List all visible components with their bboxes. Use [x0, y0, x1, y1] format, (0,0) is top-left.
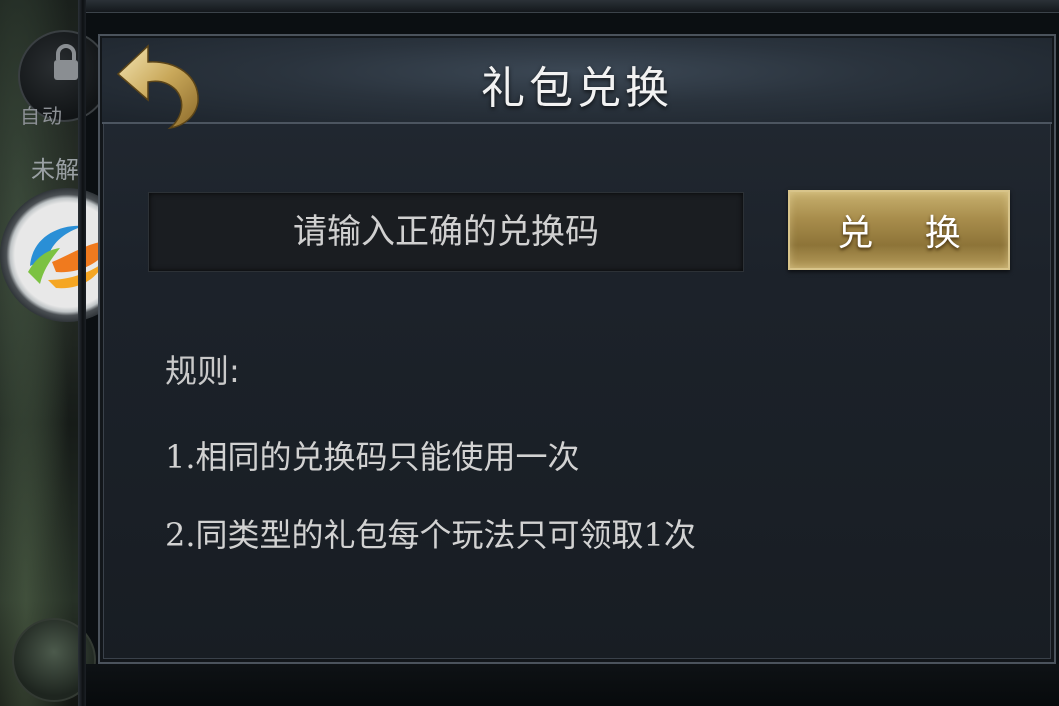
unlock-label: 未解	[31, 156, 79, 184]
rules-title: 规则:	[165, 352, 240, 390]
dialog-header: 礼包兑换	[102, 38, 1052, 124]
redeem-code-input[interactable]	[148, 192, 744, 272]
back-arrow-icon[interactable]	[114, 40, 206, 132]
auto-label: 自动	[20, 104, 64, 128]
redeem-button[interactable]: 兑 换	[788, 190, 1010, 270]
gift-redeem-dialog: 礼包兑换	[98, 34, 1056, 664]
bottom-strip	[86, 664, 1059, 706]
rule-item: 2.同类型的礼包每个玩法只可领取1次	[165, 516, 696, 554]
redeem-button-label: 兑 换	[837, 213, 981, 254]
panel-divider	[78, 0, 86, 706]
top-bar	[86, 0, 1059, 13]
dialog-title: 礼包兑换	[481, 63, 673, 114]
rule-item: 1.相同的兑换码只能使用一次	[165, 438, 580, 476]
